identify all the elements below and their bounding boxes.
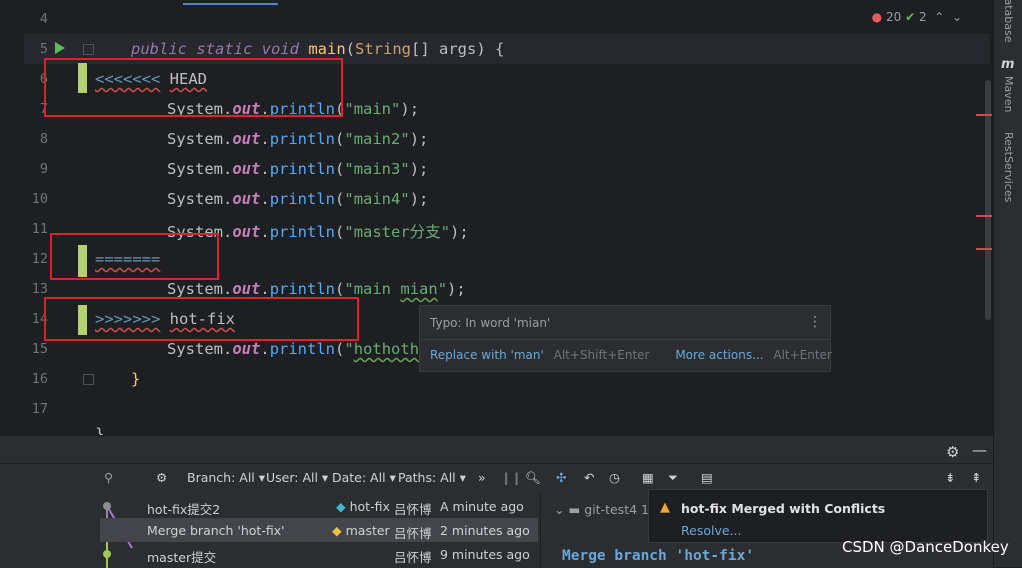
line-number: 15 — [31, 341, 48, 357]
changed-files-tree[interactable]: ⌄ ▬ git-test4 1 — [554, 502, 649, 517]
tag-icon: ◆ — [332, 523, 342, 538]
more-options-icon[interactable]: ⋮ — [808, 314, 822, 330]
history-icon[interactable]: ◷ — [609, 470, 620, 485]
editor-scrollbar[interactable] — [985, 80, 991, 320]
tooltip-actions: Replace with 'man' Alt+Shift+Enter More … — [430, 348, 832, 362]
line-number: 17 — [31, 401, 48, 417]
tooltip-title: Typo: In word 'mian' — [430, 316, 551, 330]
commit-row[interactable]: hot-fix提交2 ◆ hot-fix 吕怀博 A minute ago — [100, 494, 538, 518]
line-number: 13 — [31, 281, 48, 297]
date-filter[interactable]: Date: All ▾ — [332, 470, 396, 485]
code-line-8: System.out.println("main2"); — [167, 130, 429, 148]
warning-icon: ▲ — [660, 500, 670, 515]
code-line-5: public static void main(String[] args) { — [131, 40, 505, 58]
error-stripe[interactable] — [976, 114, 992, 116]
error-stripe[interactable] — [976, 215, 992, 217]
folder-icon: ▬ — [568, 502, 581, 517]
minimize-icon[interactable]: — — [972, 441, 987, 459]
typo-tooltip: Typo: In word 'mian' ⋮ Replace with 'man… — [419, 305, 832, 372]
tooltip-divider — [420, 339, 830, 340]
notification-title: hot-fix Merged with Conflicts — [681, 501, 886, 516]
line-number: 7 — [39, 101, 48, 117]
line-number: 4 — [39, 11, 48, 27]
merge-conflict-notification: ▲ hot-fix Merged with Conflicts Resolve.… — [648, 489, 988, 543]
active-tab-indicator — [183, 3, 278, 5]
settings-icon[interactable]: ⚙ — [946, 443, 959, 461]
commit-row[interactable]: master提交 吕怀博 9 minutes ago — [100, 542, 538, 566]
commit-row-selected[interactable]: Merge branch 'hot-fix' ◆ master 吕怀博 2 mi… — [100, 518, 538, 542]
cherry-pick-icon[interactable]: ✣ — [556, 470, 566, 485]
error-count: 20 — [885, 10, 902, 24]
more-chevron-icon[interactable]: » — [478, 470, 486, 485]
code-line-16: } — [131, 370, 141, 388]
search-icon[interactable]: ⚲ — [104, 470, 113, 485]
find-icon[interactable]: 🔍︎ — [525, 470, 541, 486]
expand-all-icon[interactable]: ⇟ — [945, 470, 955, 485]
code-line-9: System.out.println("main3"); — [167, 160, 429, 178]
more-actions-shortcut: Alt+Enter — [773, 348, 832, 362]
conflict-highlight-box — [44, 58, 343, 117]
fold-icon[interactable] — [83, 374, 94, 385]
run-icon[interactable] — [55, 42, 65, 54]
replace-link[interactable]: Replace with 'man' — [430, 348, 544, 362]
conflict-highlight-box — [50, 233, 219, 280]
line-number: 14 — [31, 311, 48, 327]
line-number: 16 — [31, 371, 48, 387]
line-number: 8 — [39, 131, 48, 147]
replace-shortcut: Alt+Shift+Enter — [553, 348, 650, 362]
check-icon: ✔ — [905, 10, 916, 24]
fold-icon[interactable] — [83, 44, 94, 55]
code-line-13: System.out.println("main mian"); — [167, 280, 466, 298]
line-number: 11 — [31, 221, 48, 237]
grid-icon[interactable]: ▦ — [642, 470, 654, 485]
line-number: 6 — [39, 71, 48, 87]
collapse-all-icon[interactable]: ⇞ — [971, 470, 981, 485]
watermark: CSDN @DanceDonkey — [842, 538, 1009, 556]
maven-icon[interactable]: m — [1001, 57, 1015, 72]
branch-filter[interactable]: Branch: All ▾ — [187, 470, 265, 485]
code-line-10: System.out.println("main4"); — [167, 190, 429, 208]
paths-filter[interactable]: Paths: All ▾ — [398, 470, 466, 485]
undo-icon[interactable]: ↶ — [584, 470, 594, 485]
line-number: 9 — [39, 161, 48, 177]
error-stripe[interactable] — [976, 248, 992, 250]
panel-splitter[interactable] — [540, 491, 541, 568]
pause-icon[interactable]: ❙❙ — [501, 470, 522, 485]
log-settings-icon[interactable]: ⚙ — [156, 470, 167, 485]
error-icon: ● — [871, 10, 883, 24]
user-filter[interactable]: User: All ▾ — [266, 470, 328, 485]
next-highlight-icon[interactable]: ⌄ — [952, 10, 962, 24]
line-number: 5 — [39, 41, 48, 57]
line-number: 10 — [31, 191, 48, 207]
warning-count: 2 — [918, 10, 927, 24]
line-number: 12 — [31, 251, 48, 267]
chevron-down-icon: ⌄ — [554, 502, 565, 517]
layout-icon[interactable]: ▤ — [701, 470, 713, 485]
right-tool-strip: Database m Maven RestServices — [993, 0, 1022, 567]
filter-icon[interactable]: ⏷ — [668, 470, 678, 486]
maven-tool[interactable]: Maven — [1002, 76, 1015, 112]
code-line-18: } — [95, 425, 105, 435]
database-tool[interactable]: Database — [1002, 0, 1015, 43]
commit-detail-title: Merge branch 'hot-fix' — [562, 548, 755, 564]
inspection-widget[interactable]: ● 20 ✔ 2 ⌃ ⌄ — [872, 10, 962, 24]
more-actions-link[interactable]: More actions... — [675, 348, 763, 362]
resolve-link[interactable]: Resolve... — [681, 523, 741, 538]
prev-highlight-icon[interactable]: ⌃ — [930, 10, 948, 24]
rest-services-tool[interactable]: RestServices — [1002, 132, 1015, 202]
panel-divider — [0, 463, 993, 464]
tag-icon: ◆ — [336, 499, 346, 514]
conflict-highlight-box — [44, 297, 359, 341]
code-line-15: System.out.println("hothotho — [167, 340, 429, 358]
